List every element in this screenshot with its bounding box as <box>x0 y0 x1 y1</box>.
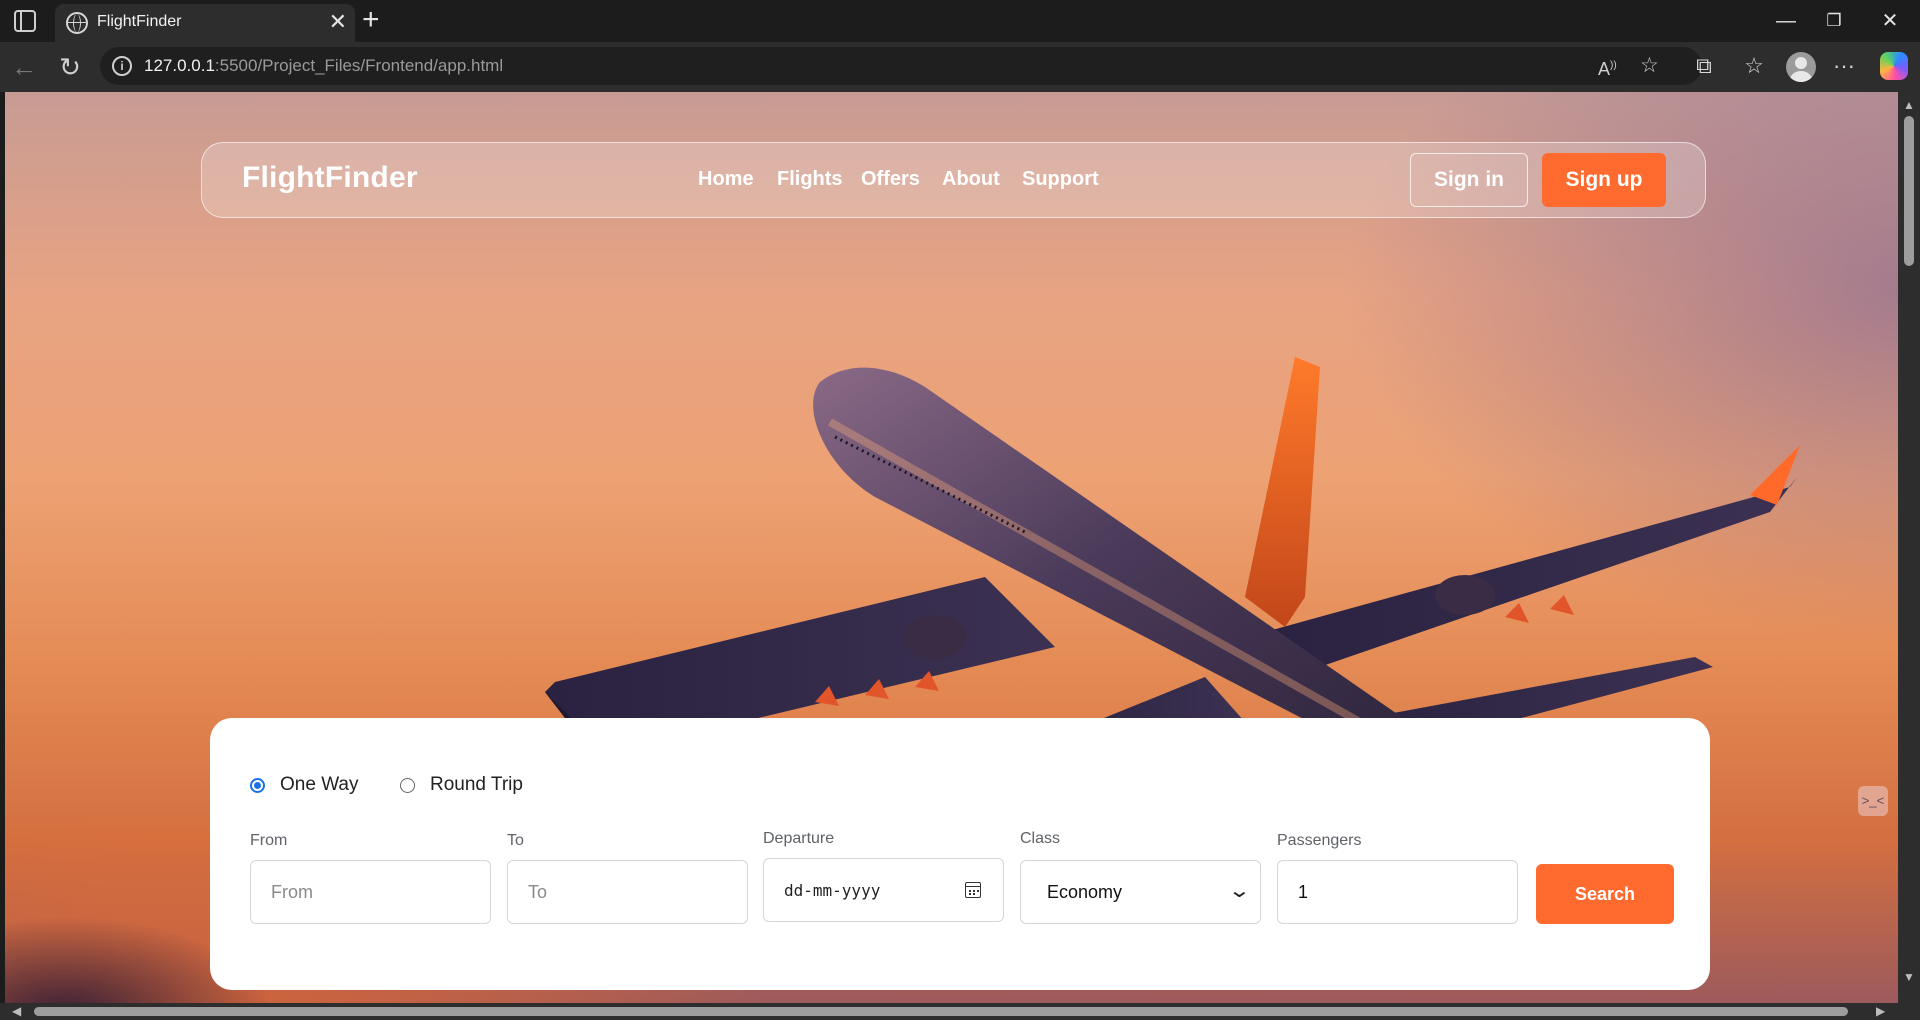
search-button[interactable]: Search <box>1536 864 1674 924</box>
nav-link-offers[interactable]: Offers <box>861 168 920 191</box>
reload-icon[interactable]: ↻ <box>52 52 88 82</box>
more-icon[interactable]: ··· <box>1826 50 1862 82</box>
round-trip-label[interactable]: Round Trip <box>430 774 523 796</box>
url-host: 127.0.0.1 <box>144 56 215 75</box>
scroll-left-icon[interactable]: ◀ <box>12 1003 21 1020</box>
to-placeholder: To <box>528 882 548 902</box>
url-text: 127.0.0.1:5500/Project_Files/Frontend/ap… <box>144 56 503 76</box>
copilot-icon[interactable] <box>1880 52 1908 80</box>
departure-date-value: dd-mm-yyyy <box>784 881 881 900</box>
window-close-icon[interactable]: ✕ <box>1870 6 1910 36</box>
page-viewport: FlightFinder Home Flights Offers About S… <box>5 92 1898 1003</box>
to-input[interactable]: To <box>507 860 748 924</box>
vertical-scroll-thumb[interactable] <box>1904 116 1914 266</box>
browser-tab[interactable]: FlightFinder ✕ <box>55 4 355 42</box>
tab-title: FlightFinder <box>97 13 182 30</box>
sign-in-button[interactable]: Sign in <box>1410 153 1528 207</box>
horizontal-scroll-thumb[interactable] <box>34 1007 1848 1016</box>
info-icon[interactable]: i <box>112 56 132 76</box>
class-value: Economy <box>1047 882 1123 902</box>
nav-link-flights[interactable]: Flights <box>777 168 843 191</box>
departure-label: Departure <box>763 830 835 847</box>
url-field[interactable]: i 127.0.0.1:5500/Project_Files/Frontend/… <box>100 47 1702 85</box>
globe-icon <box>66 12 88 34</box>
extensions-icon[interactable]: ⧉ <box>1686 50 1722 82</box>
class-select[interactable]: Economy ⌄ <box>1020 860 1261 924</box>
one-way-label[interactable]: One Way <box>280 774 359 796</box>
scroll-down-icon[interactable]: ▼ <box>1903 970 1915 984</box>
profile-icon[interactable] <box>1786 52 1816 82</box>
address-bar-row: ← ↻ i 127.0.0.1:5500/Project_Files/Front… <box>0 42 1920 92</box>
read-aloud-icon[interactable]: A)) <box>1598 53 1617 82</box>
favorites-icon[interactable]: ☆ <box>1736 50 1772 82</box>
scroll-up-icon[interactable]: ▲ <box>1903 98 1915 112</box>
round-trip-radio[interactable] <box>400 778 415 793</box>
passengers-value: 1 <box>1298 882 1309 902</box>
minimize-icon[interactable]: — <box>1766 6 1806 36</box>
calendar-icon[interactable] <box>965 882 981 898</box>
chevron-down-icon: ⌄ <box>1227 880 1252 902</box>
one-way-radio[interactable] <box>250 778 265 793</box>
restore-icon[interactable]: ❐ <box>1814 6 1854 36</box>
nav-link-home[interactable]: Home <box>698 168 754 191</box>
vertical-scrollbar[interactable]: ▲ ▼ <box>1898 92 1920 1003</box>
plus-icon[interactable]: + <box>362 4 380 36</box>
star-icon[interactable]: ☆ <box>1640 53 1659 79</box>
flight-search-card: One Way Round Trip From From To To Depar… <box>210 718 1710 990</box>
horizontal-scrollbar[interactable]: ◀ ▶ <box>0 1003 1920 1020</box>
class-label: Class <box>1020 830 1061 847</box>
url-path: :5500/Project_Files/Frontend/app.html <box>214 56 504 75</box>
site-navbar: FlightFinder Home Flights Offers About S… <box>201 142 1706 218</box>
sidebar-toggle-icon[interactable]: >_< <box>1858 786 1888 816</box>
brand-logo[interactable]: FlightFinder <box>242 161 418 195</box>
back-icon[interactable]: ← <box>6 52 42 82</box>
to-label: To <box>507 832 524 849</box>
nav-link-support[interactable]: Support <box>1022 168 1099 191</box>
from-input[interactable]: From <box>250 860 491 924</box>
passengers-label: Passengers <box>1277 832 1362 849</box>
from-label: From <box>250 832 288 849</box>
window-icon[interactable] <box>14 10 36 32</box>
from-placeholder: From <box>271 882 313 902</box>
departure-date-input[interactable]: dd-mm-yyyy <box>763 858 1004 922</box>
tab-bar: FlightFinder ✕ + — ❐ ✕ <box>0 0 1920 42</box>
close-icon[interactable]: ✕ <box>329 8 347 36</box>
nav-link-about[interactable]: About <box>942 168 1000 191</box>
passengers-input[interactable]: 1 <box>1277 860 1518 924</box>
sign-up-button[interactable]: Sign up <box>1542 153 1666 207</box>
scroll-right-icon[interactable]: ▶ <box>1876 1003 1885 1020</box>
